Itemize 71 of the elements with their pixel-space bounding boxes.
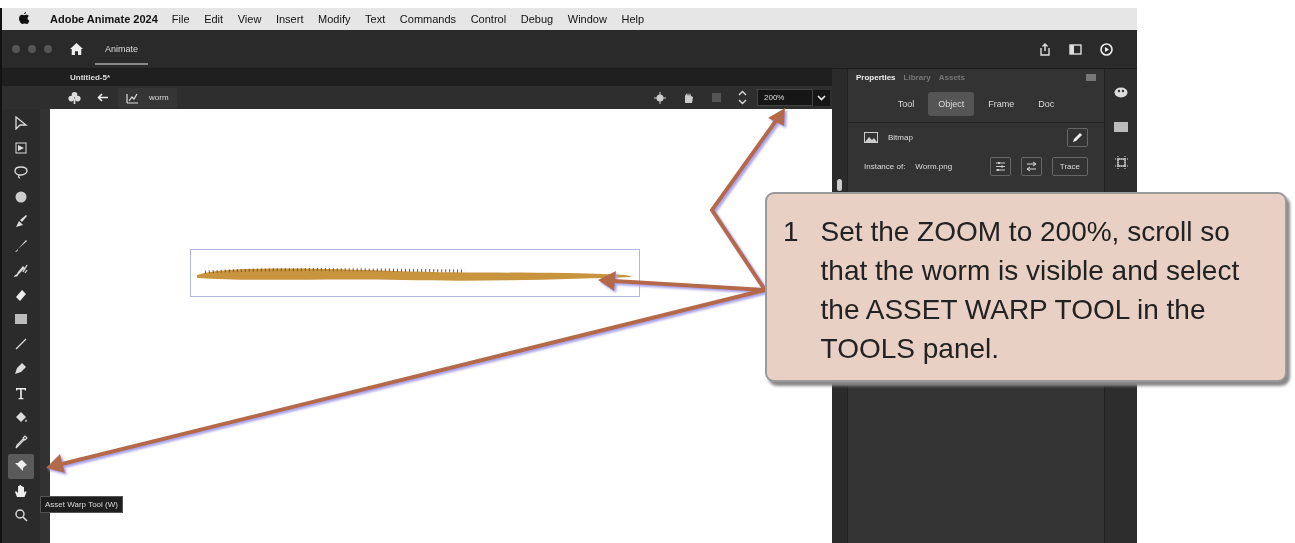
swap-arrows-icon xyxy=(1025,161,1037,172)
classic-tool-icon xyxy=(14,263,28,278)
section-tab[interactable]: Doc xyxy=(1028,92,1065,116)
instruction-text: Set the ZOOM to 200%, scroll so that the worm is visible and select the ASSET WARP TOOL in the TOOLS panel. xyxy=(820,215,1241,366)
properties-settings-button[interactable] xyxy=(989,157,1011,176)
brush-tool-icon xyxy=(14,238,28,253)
lasso-tool-icon xyxy=(14,165,28,180)
panel-layout-icon[interactable] xyxy=(1069,43,1082,55)
bitmap-symbol-icon xyxy=(126,91,139,104)
zoom-field[interactable]: 200% xyxy=(757,89,813,106)
section-tab[interactable]: Tool xyxy=(887,92,925,116)
back-arrow-icon[interactable] xyxy=(97,93,108,102)
home-icon[interactable] xyxy=(70,43,83,55)
eraser-tool-icon xyxy=(14,287,28,302)
bucket-tool-icon xyxy=(14,410,28,425)
app-name-menu[interactable]: Adobe Animate 2024 xyxy=(50,13,158,25)
rect-tool-icon xyxy=(14,312,28,327)
menu-item[interactable]: Text xyxy=(365,13,386,25)
image-icon xyxy=(864,132,878,143)
sliders-icon xyxy=(994,161,1006,172)
swap-button[interactable] xyxy=(1020,157,1042,176)
instance-name: Worm.png xyxy=(915,162,953,171)
workspace-tab[interactable]: Animate xyxy=(95,33,149,65)
edit-button[interactable] xyxy=(1067,128,1088,147)
trace-button[interactable]: Trace xyxy=(1051,157,1088,176)
window-zoom-dot[interactable] xyxy=(44,45,52,53)
hand-tool-icon xyxy=(14,483,28,498)
menu-item[interactable]: Debug xyxy=(520,13,554,25)
chevron-down-icon xyxy=(817,94,826,101)
dropper-tool-icon xyxy=(14,434,28,449)
center-stage-icon[interactable] xyxy=(654,91,666,104)
subselect-tool-icon xyxy=(14,116,28,131)
zoom-tool-icon xyxy=(14,508,28,523)
menu-item[interactable]: Commands xyxy=(399,13,457,25)
pencil-icon xyxy=(1072,132,1083,143)
align-grid-icon[interactable] xyxy=(1114,156,1128,169)
breadcrumb-label[interactable]: worm xyxy=(149,93,169,102)
menu-item[interactable]: Insert xyxy=(275,13,304,25)
club-scene-icon[interactable] xyxy=(68,91,81,104)
panel-tab[interactable]: Properties xyxy=(856,73,896,82)
menu-item[interactable]: Help xyxy=(621,13,645,25)
menu-item[interactable]: Window xyxy=(567,13,607,25)
apple-logo-icon[interactable] xyxy=(18,12,30,26)
instance-of-label: Instance of: xyxy=(864,162,906,171)
zoom-dropdown-button[interactable] xyxy=(813,89,830,106)
menu-item[interactable]: Control xyxy=(470,13,507,25)
section-tab[interactable]: Frame xyxy=(978,92,1025,116)
line-tool-icon xyxy=(14,336,28,351)
stepper-icon[interactable] xyxy=(738,90,747,105)
window-minimize-dot[interactable] xyxy=(28,45,36,53)
menu-item[interactable]: View xyxy=(237,13,262,25)
paint-tool-icon xyxy=(14,214,28,229)
fluid-tool-icon xyxy=(14,189,28,204)
play-icon[interactable] xyxy=(1100,42,1113,56)
object-type-label: Bitmap xyxy=(888,133,913,142)
tooltip: Asset Warp Tool (W) xyxy=(40,496,123,513)
menu-item[interactable]: Edit xyxy=(204,13,224,25)
breadcrumb[interactable]: worm xyxy=(118,87,177,108)
vertical-scrollbar-thumb[interactable] xyxy=(837,179,842,191)
pen-tool-icon xyxy=(14,361,28,376)
clip-square-icon[interactable] xyxy=(711,92,722,103)
document-tab[interactable]: Untitled-5* xyxy=(70,73,110,82)
section-tab[interactable]: Object xyxy=(928,92,975,116)
window-close-dot[interactable] xyxy=(12,45,20,53)
menu-item[interactable]: File xyxy=(171,13,190,25)
step-number: 1 xyxy=(783,215,799,249)
menu-item[interactable]: Modify xyxy=(318,13,351,25)
share-icon[interactable] xyxy=(1039,42,1051,56)
transform-tool-icon xyxy=(14,140,28,155)
text-tool-icon xyxy=(14,385,28,400)
tool-button[interactable] xyxy=(8,454,34,479)
